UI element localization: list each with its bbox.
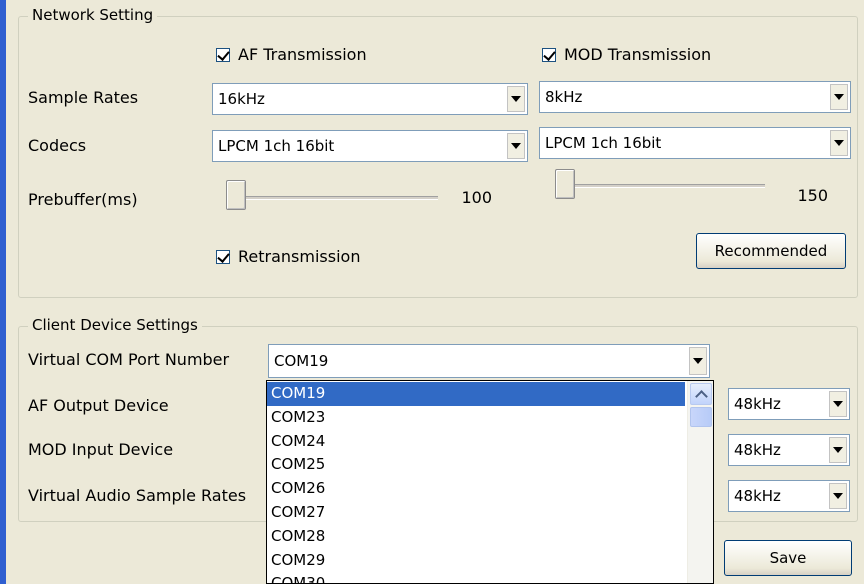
- com-port-option[interactable]: COM28: [267, 525, 685, 549]
- scroll-thumb[interactable]: [690, 407, 712, 427]
- checkbox-checked-icon: [216, 47, 230, 62]
- mod-transmission-label: MOD Transmission: [564, 45, 712, 64]
- com-port-option[interactable]: COM30: [267, 572, 685, 583]
- chevron-down-icon[interactable]: [507, 86, 525, 112]
- com-port-option[interactable]: COM26: [267, 477, 685, 501]
- com-port-dropdown-list[interactable]: COM19 COM23 COM24 COM25 COM26 COM27 COM28 COM29…: [266, 380, 714, 584]
- mod-sample-rate-select[interactable]: 8kHz: [539, 81, 851, 113]
- chevron-down-icon[interactable]: [829, 437, 847, 463]
- chevron-down-icon[interactable]: [689, 347, 707, 375]
- af-codec-select[interactable]: LPCM 1ch 16bit: [212, 130, 528, 162]
- retransmission-checkbox[interactable]: Retransmission: [216, 247, 360, 266]
- com-port-option[interactable]: COM23: [267, 406, 685, 430]
- retransmission-label: Retransmission: [238, 247, 361, 266]
- mod-codec-select[interactable]: LPCM 1ch 16bit: [539, 127, 851, 159]
- codecs-label: Codecs: [28, 136, 87, 155]
- com-port-option[interactable]: COM24: [267, 430, 685, 454]
- af-output-device-label: AF Output Device: [28, 396, 169, 415]
- virtual-com-port-value: COM19: [274, 352, 329, 370]
- client-device-settings-title: Client Device Settings: [28, 316, 202, 334]
- prebuffer-label: Prebuffer(ms): [28, 190, 138, 209]
- chevron-down-icon[interactable]: [829, 391, 847, 417]
- mod-prebuffer-value: 150: [797, 186, 828, 205]
- com-port-option[interactable]: COM27: [267, 501, 685, 525]
- window-left-border: [0, 0, 6, 584]
- virtual-com-port-label: Virtual COM Port Number: [28, 350, 230, 369]
- virtual-audio-rate-select[interactable]: 48kHz: [728, 480, 850, 512]
- com-port-options: COM19 COM23 COM24 COM25 COM26 COM27 COM28 COM29…: [267, 382, 685, 583]
- af-prebuffer-slider[interactable]: [226, 180, 246, 210]
- mod-prebuffer-track[interactable]: [557, 184, 765, 188]
- chevron-down-icon[interactable]: [830, 84, 848, 110]
- com-port-option[interactable]: COM19: [267, 382, 685, 406]
- checkbox-checked-icon: [542, 47, 556, 62]
- mod-transmission-checkbox[interactable]: MOD Transmission: [542, 45, 711, 64]
- mod-input-device-label: MOD Input Device: [28, 440, 174, 459]
- mod-codec-value: LPCM 1ch 16bit: [545, 134, 662, 152]
- recommended-button[interactable]: Recommended: [696, 233, 846, 269]
- virtual-audio-rate-value: 48kHz: [734, 487, 781, 505]
- mod-input-rate-value: 48kHz: [734, 441, 781, 459]
- network-setting-title: Network Setting: [28, 6, 158, 24]
- af-prebuffer-value: 100: [461, 188, 492, 207]
- af-output-rate-value: 48kHz: [734, 395, 781, 413]
- chevron-down-icon[interactable]: [829, 483, 847, 509]
- dropdown-scrollbar[interactable]: [687, 381, 713, 583]
- af-transmission-checkbox[interactable]: AF Transmission: [216, 45, 367, 64]
- af-prebuffer-track[interactable]: [228, 196, 438, 200]
- af-sample-rate-value: 16kHz: [218, 90, 265, 108]
- scroll-up-icon[interactable]: [690, 383, 712, 405]
- com-port-option[interactable]: COM29: [267, 549, 685, 573]
- af-output-rate-select[interactable]: 48kHz: [728, 388, 850, 420]
- af-sample-rate-select[interactable]: 16kHz: [212, 83, 528, 115]
- virtual-com-port-select[interactable]: COM19: [268, 344, 710, 378]
- chevron-down-icon[interactable]: [830, 130, 848, 156]
- mod-sample-rate-value: 8kHz: [545, 88, 583, 106]
- com-port-option[interactable]: COM25: [267, 453, 685, 477]
- chevron-down-icon[interactable]: [507, 133, 525, 159]
- virtual-audio-sample-rates-label: Virtual Audio Sample Rates: [28, 486, 247, 505]
- sample-rates-label: Sample Rates: [28, 88, 139, 107]
- save-button[interactable]: Save: [724, 540, 852, 576]
- af-transmission-label: AF Transmission: [238, 45, 367, 64]
- mod-input-rate-select[interactable]: 48kHz: [728, 434, 850, 466]
- checkbox-checked-icon: [216, 249, 230, 264]
- mod-prebuffer-slider[interactable]: [555, 169, 575, 199]
- af-codec-value: LPCM 1ch 16bit: [218, 137, 335, 155]
